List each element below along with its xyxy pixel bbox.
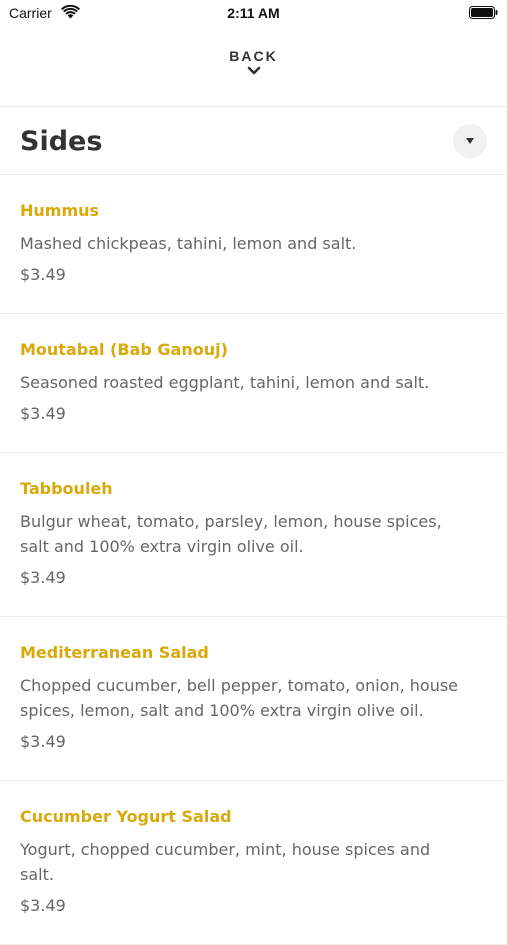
back-label: BACK <box>229 48 278 64</box>
clock-time: 2:11 AM <box>227 5 280 21</box>
battery-icon <box>469 6 498 19</box>
menu-item-moutabal[interactable]: Moutabal (Bab Ganouj) Seasoned roasted e… <box>0 314 507 453</box>
item-name: Hummus <box>20 201 100 220</box>
caret-down-icon <box>466 138 474 144</box>
section-header: Sides <box>0 108 507 174</box>
item-name: Tabbouleh <box>20 479 113 498</box>
status-bar: Carrier 2:11 AM <box>0 0 507 28</box>
menu-item-hummus[interactable]: Hummus Mashed chickpeas, tahini, lemon a… <box>0 175 507 314</box>
item-price: $3.49 <box>20 265 66 284</box>
item-name: Cucumber Yogurt Salad <box>20 807 232 826</box>
item-description: Seasoned roasted eggplant, tahini, lemon… <box>20 373 430 392</box>
item-description: Bulgur wheat, tomato, parsley, lemon, ho… <box>20 512 442 556</box>
menu-item-cucumber-yogurt-salad[interactable]: Cucumber Yogurt Salad Yogurt, chopped cu… <box>0 781 507 945</box>
header-divider <box>0 106 507 107</box>
item-price: $3.49 <box>20 568 66 587</box>
item-price: $3.49 <box>20 732 66 751</box>
item-name: Moutabal (Bab Ganouj) <box>20 340 228 359</box>
chevron-down-icon <box>247 66 260 75</box>
back-button[interactable]: BACK <box>0 48 507 94</box>
item-price: $3.49 <box>20 896 66 915</box>
category-dropdown-button[interactable] <box>453 124 487 158</box>
item-description: Chopped cucumber, bell pepper, tomato, o… <box>20 676 459 720</box>
menu-item-mediterranean-salad[interactable]: Mediterranean Salad Chopped cucumber, be… <box>0 617 507 781</box>
item-description: Mashed chickpeas, tahini, lemon and salt… <box>20 234 357 253</box>
item-price: $3.49 <box>20 404 66 423</box>
menu-list: Hummus Mashed chickpeas, tahini, lemon a… <box>0 175 507 945</box>
menu-item-tabbouleh[interactable]: Tabbouleh Bulgur wheat, tomato, parsley,… <box>0 453 507 617</box>
item-description: Yogurt, chopped cucumber, mint, house sp… <box>20 840 431 884</box>
item-name: Mediterranean Salad <box>20 643 209 662</box>
section-title: Sides <box>20 126 103 157</box>
